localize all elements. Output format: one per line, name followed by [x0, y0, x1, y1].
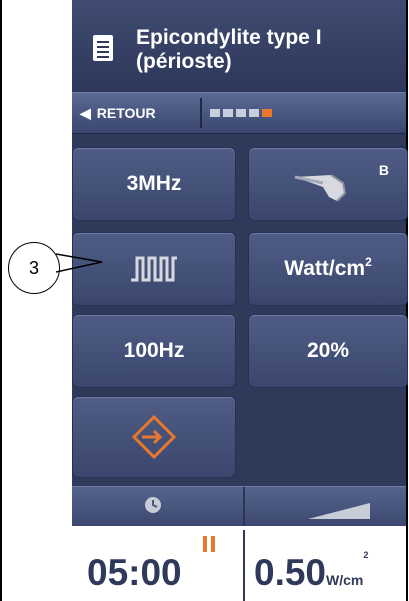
enter-icon	[131, 414, 177, 460]
back-button[interactable]: ◀ RETOUR	[80, 99, 198, 127]
pulsed-waveform-icon	[131, 256, 177, 282]
page-title: Epicondylite type I (périoste)	[136, 26, 322, 74]
callout-number: 3	[28, 257, 39, 278]
nav-bar: ◀ RETOUR	[72, 92, 406, 134]
footer-values: 05:00 0.50W/cm 2	[72, 526, 406, 601]
enter-button[interactable]	[72, 396, 236, 478]
callout-pointer	[56, 253, 103, 273]
progress-step	[210, 109, 220, 117]
unit-label: Watt/cm2	[284, 255, 372, 281]
callout-badge: 3	[8, 242, 60, 294]
rate-label: 100Hz	[123, 339, 185, 362]
value-divider	[243, 530, 245, 601]
header: Epicondylite type I (périoste)	[72, 0, 406, 92]
ramp-icon	[308, 503, 370, 519]
title-line-2: (périoste)	[136, 50, 232, 73]
back-label: RETOUR	[96, 105, 156, 121]
probe-label: B	[378, 162, 389, 178]
footer-divider	[243, 487, 245, 527]
power-value: 0.50	[254, 552, 327, 593]
frequency-button[interactable]: 3MHz	[72, 147, 236, 221]
progress-step	[249, 109, 259, 117]
power-unit-exponent: 2	[363, 550, 369, 560]
progress-step	[223, 109, 233, 117]
device-screen: Epicondylite type I (périoste) ◀ RETOUR …	[72, 0, 408, 601]
progress-step	[236, 109, 246, 117]
clock-icon	[145, 497, 161, 513]
progress-step	[262, 109, 272, 117]
pause-icon[interactable]	[202, 536, 216, 552]
repetition-rate-button[interactable]: 100Hz	[72, 314, 236, 388]
title-line-1: Epicondylite type I	[136, 26, 322, 49]
back-arrow-icon: ◀	[80, 104, 91, 121]
footer-header	[72, 486, 406, 527]
power-display: 0.50W/cm 2	[254, 550, 368, 594]
probe-button[interactable]: B	[248, 147, 408, 221]
screenshot-frame: Epicondylite type I (périoste) ◀ RETOUR …	[0, 0, 409, 601]
nav-divider	[200, 98, 202, 128]
step-progress-indicator	[210, 109, 272, 117]
probe-icon	[294, 174, 347, 202]
unit-exponent: 2	[365, 255, 372, 269]
power-unit: W/cm 2	[326, 550, 368, 588]
unit-base: Watt/cm	[284, 257, 366, 280]
document-icon	[93, 35, 113, 61]
duty-cycle-button[interactable]: 20%	[248, 314, 408, 388]
frequency-label: 3MHz	[126, 172, 182, 195]
timer-display: 05:00	[87, 552, 182, 593]
left-border	[0, 0, 2, 601]
power-unit-base: W/cm	[326, 572, 364, 588]
duty-label: 20%	[306, 339, 350, 362]
unit-button[interactable]: Watt/cm2	[248, 232, 408, 306]
